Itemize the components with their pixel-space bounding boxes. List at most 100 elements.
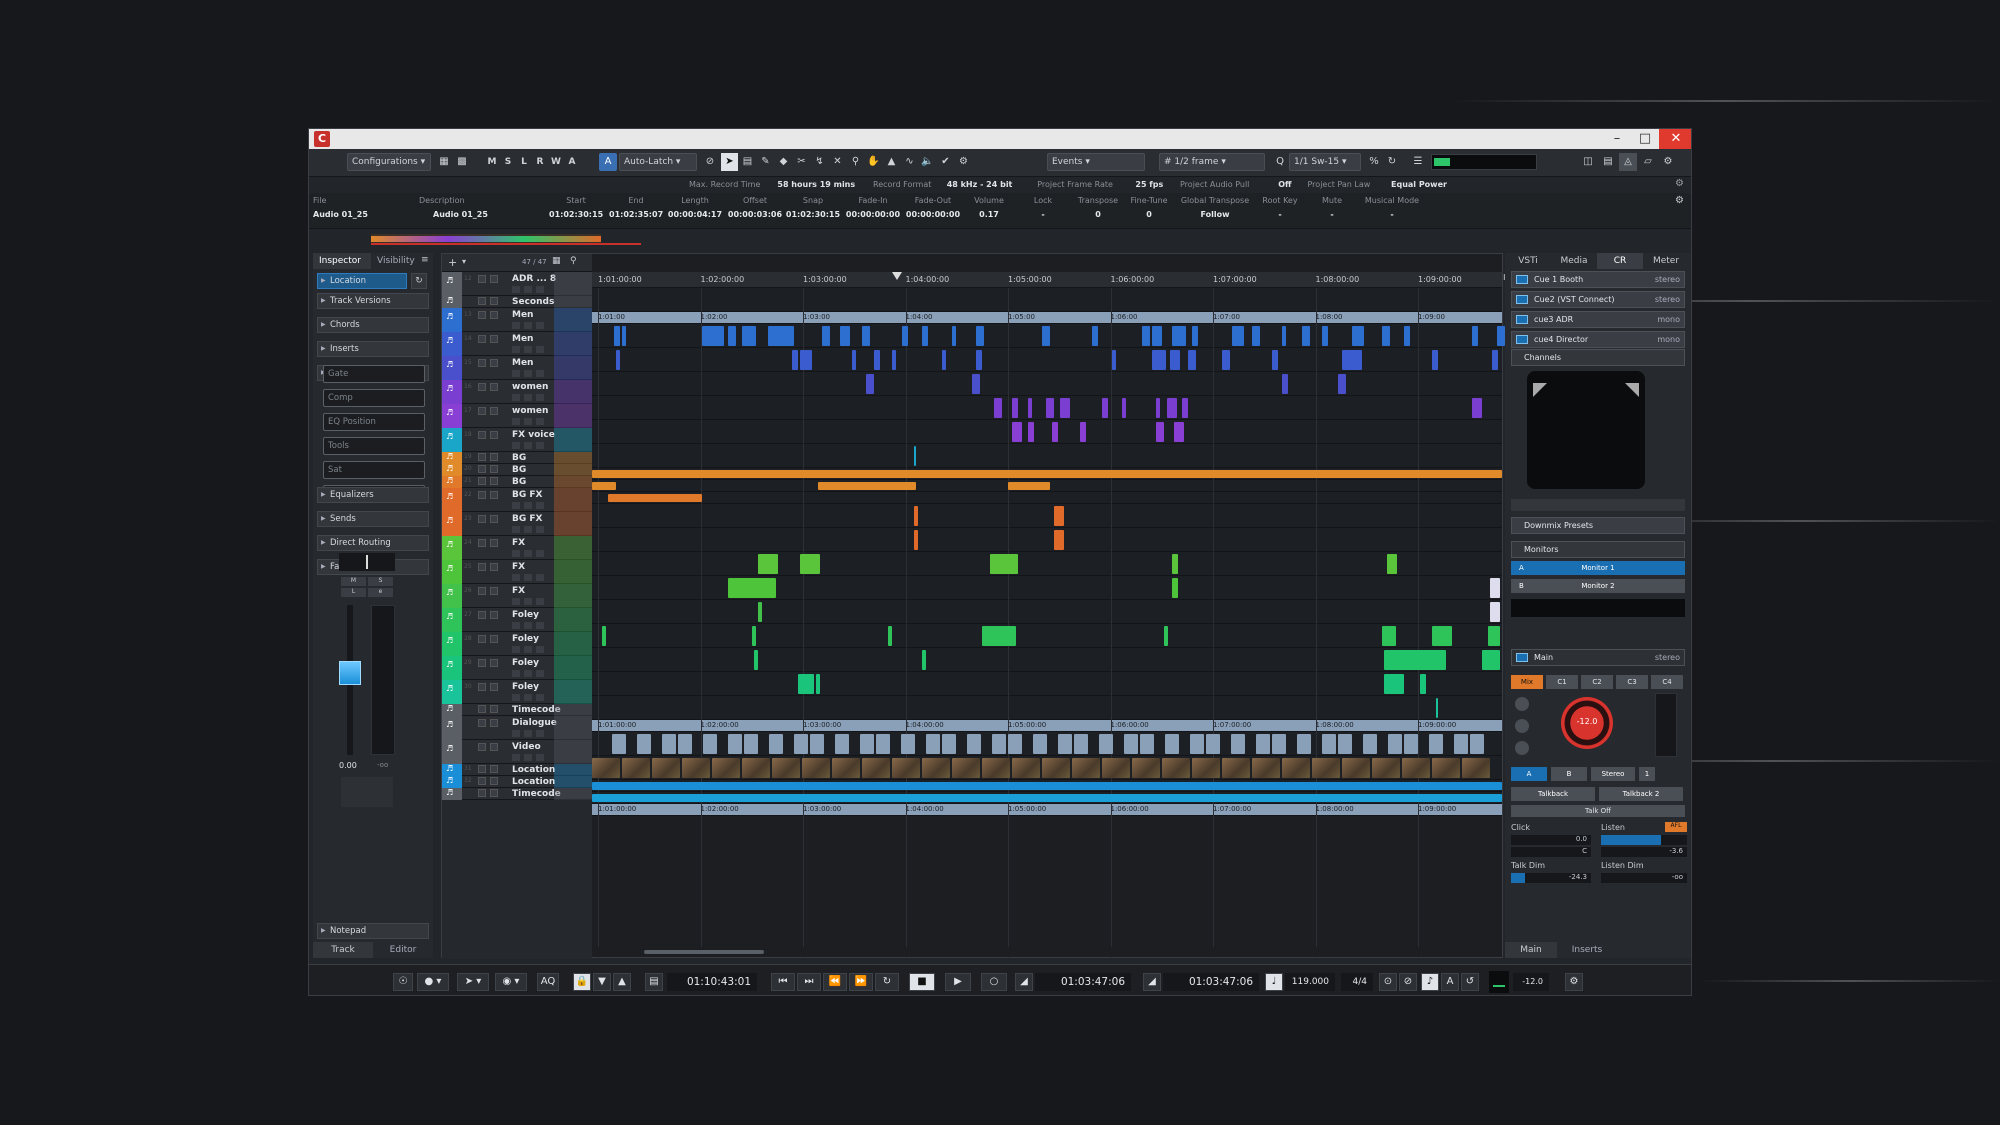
dialogue-clip[interactable] [942,734,956,754]
video-thumbnail[interactable] [622,758,650,778]
audio-event[interactable] [952,326,956,346]
tab-editor[interactable]: Editor [373,942,433,958]
stop-icon[interactable]: ■ [909,973,935,991]
dialogue-clip[interactable] [1231,734,1245,754]
audio-event[interactable] [892,350,896,370]
dialogue-clip[interactable] [1033,734,1047,754]
record-mode-dropdown[interactable]: ● ▾ [417,973,449,991]
inspector-section-track-versions[interactable]: Track Versions [317,293,429,309]
autopunch-dropdown[interactable]: ◉ ▾ [495,973,527,991]
audio-event[interactable] [1302,326,1310,346]
infoline-value[interactable]: Audio 01_25 [433,210,553,219]
audio-event[interactable] [800,350,812,370]
line-icon[interactable]: ∿ [901,153,918,171]
dialogue-clip[interactable] [637,734,651,754]
audio-event[interactable] [616,350,620,370]
audio-event[interactable] [728,578,776,598]
infoline-value[interactable]: 0 [1125,210,1173,219]
listen-value[interactable]: -3.6 [1601,847,1687,857]
listen-button[interactable]: L [341,588,366,597]
video-thumbnail[interactable] [592,758,620,778]
video-thumbnail[interactable] [892,758,920,778]
video-thumbnail[interactable] [982,758,1010,778]
infoline-value[interactable]: - [1359,210,1425,219]
play-icon[interactable]: ▶ [945,973,971,991]
source-button[interactable]: Mix [1511,675,1543,689]
infoline-value[interactable]: 01:02:35:07 [609,210,663,219]
dialogue-clip[interactable] [1470,734,1484,754]
audio-event[interactable] [1112,350,1116,370]
dialogue-clip[interactable] [612,734,626,754]
dialogue-clip[interactable] [1008,734,1022,754]
infoline-value[interactable]: 00:00:04:17 [667,210,723,219]
audio-event[interactable] [1172,554,1178,574]
video-thumbnail[interactable] [712,758,740,778]
audio-event[interactable] [798,674,814,694]
dialogue-clip[interactable] [794,734,808,754]
audio-event[interactable] [1182,398,1188,418]
track-lane[interactable] [592,444,1502,468]
audio-event[interactable] [592,482,616,490]
zone-right-icon[interactable]: ◬ [1619,153,1637,171]
dialogue-clip[interactable] [1297,734,1311,754]
video-thumbnail[interactable] [1222,758,1250,778]
horizontal-scrollbar[interactable] [592,947,1502,957]
audio-event[interactable] [1436,698,1438,718]
click-level[interactable]: 0.0 [1511,835,1591,845]
metronome-icon[interactable]: ♩ [1265,973,1283,991]
add-track-icon[interactable]: + [448,256,457,269]
dialogue-clip[interactable] [1404,734,1418,754]
video-thumbnail[interactable] [1192,758,1220,778]
infoline-value[interactable]: 00:00:03:06 [727,210,783,219]
audio-event[interactable] [1232,326,1244,346]
main-output[interactable]: Main stereo [1511,649,1685,666]
audio-event[interactable] [1172,578,1178,598]
track-mute-button[interactable] [478,275,486,283]
audio-event[interactable] [840,326,850,346]
audio-event[interactable] [1046,398,1054,418]
dialogue-clip[interactable] [728,734,742,754]
audio-event[interactable] [1012,398,1018,418]
transport-settings-icon[interactable]: ⚙ [1565,973,1583,991]
forward-icon[interactable]: ⏩ [849,973,873,991]
audio-event[interactable] [1054,506,1064,526]
dialogue-clip[interactable] [835,734,849,754]
inspector-section-direct-routing[interactable]: Direct Routing [317,535,429,551]
speaker-button[interactable]: A [1511,767,1547,781]
primary-time-display[interactable]: 01:03:47:06 [1035,973,1131,991]
infoline-value[interactable]: 0 [1075,210,1121,219]
dialogue-clip[interactable] [967,734,981,754]
secondary-time-icon[interactable]: ◢ [1143,973,1161,991]
audio-event[interactable] [922,326,928,346]
audio-event[interactable] [742,326,756,346]
audio-event[interactable] [1432,626,1452,646]
audio-event[interactable] [1282,326,1286,346]
track-lane[interactable] [592,504,1502,528]
track-lane[interactable]: 1:01:00 1:02:00 1:03:00 1:04:00 1:05:00 1:06:… [592,312,1502,324]
go-to-start-icon[interactable]: ⏮ [771,973,795,991]
dim-icon[interactable] [1515,697,1529,711]
track-lane[interactable] [592,492,1502,504]
audio-event[interactable] [902,326,908,346]
suspend-icon[interactable]: ⊘ [701,153,719,171]
audio-event[interactable] [1382,326,1390,346]
automation-mode-dropdown[interactable]: Auto-Latch ▾ [619,153,697,171]
click-icon[interactable]: ♪ [1421,973,1439,991]
audio-event[interactable] [1060,398,1070,418]
speaker-button[interactable]: B [1551,767,1587,781]
video-thumbnail[interactable] [1252,758,1280,778]
tab-inserts[interactable]: Inserts [1557,942,1617,958]
signature-display[interactable]: 4/4 [1341,973,1373,991]
audio-event[interactable] [1028,422,1034,442]
audio-event[interactable] [1420,674,1426,694]
track-menu-icon[interactable]: ▾ [462,257,466,266]
left-locator-display[interactable]: 01:10:43:01 [667,973,757,991]
dialogue-clip[interactable] [1429,734,1443,754]
dialogue-clip[interactable] [1272,734,1286,754]
dialogue-clip[interactable] [1074,734,1088,754]
audio-event[interactable] [1008,482,1050,490]
audio-event[interactable] [1272,350,1278,370]
location-sync-icon[interactable]: ↻ [411,273,427,289]
inspector-section-equalizers[interactable]: Equalizers [317,487,429,503]
dialogue-clip[interactable] [769,734,783,754]
